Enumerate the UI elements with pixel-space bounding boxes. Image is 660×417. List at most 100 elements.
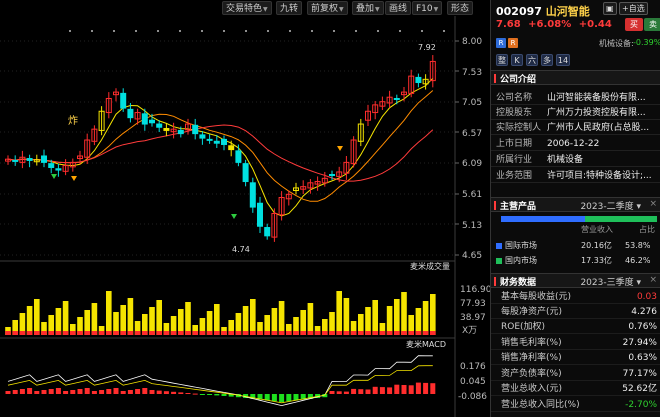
- volume-bar-base: [264, 331, 270, 335]
- macd-bar: [351, 388, 357, 394]
- macd-bar: [264, 394, 270, 401]
- candle-body: [163, 128, 170, 131]
- high-price-marker: 7.92: [418, 43, 436, 52]
- dot-marker: [91, 30, 93, 32]
- change-abs: +0.44: [578, 19, 612, 30]
- macd-bar: [199, 394, 205, 395]
- candle-body: [149, 119, 155, 124]
- volume-bar-base: [350, 331, 357, 335]
- risk-badge[interactable]: R: [508, 38, 518, 48]
- stock-header: 002097 山河智能 ▣ +自选 7.68 +6.08% +0.44 买 卖: [491, 0, 660, 34]
- macd-bar: [70, 390, 76, 394]
- buy-button[interactable]: 买: [625, 18, 643, 31]
- macd-bar: [336, 391, 342, 394]
- sell-button[interactable]: 卖: [644, 18, 660, 31]
- macd-bar: [430, 383, 436, 394]
- products-period-select[interactable]: 2023-二季度 ▾: [580, 199, 641, 212]
- financial-row: 营业总收入同比(%) -2.70%: [491, 398, 660, 412]
- volume-bar: [214, 304, 220, 335]
- financial-section-title: 财务数据: [500, 278, 537, 288]
- macd-bar: [279, 394, 285, 402]
- volume-bar-base: [5, 331, 11, 335]
- products-section-title: 主营产品: [500, 202, 537, 212]
- dot-marker: [135, 30, 137, 32]
- macd-bar: [55, 388, 61, 394]
- products-section-header[interactable]: 主营产品 2023-二季度 ▾ ×: [491, 197, 660, 212]
- price-axis-label: 6.09: [462, 159, 483, 169]
- lock-icon[interactable]: ▣: [603, 2, 617, 15]
- volume-bar: [156, 300, 162, 335]
- draw-line-button[interactable]: 画线: [385, 1, 412, 15]
- volume-bar-base: [134, 331, 141, 335]
- price-axis-label: 7.53: [462, 68, 483, 78]
- tag-item[interactable]: 六: [526, 54, 538, 66]
- dot-marker: [443, 30, 445, 32]
- volume-bar-base: [221, 331, 227, 335]
- volume-bar-base: [163, 331, 170, 335]
- macd-bar: [214, 394, 220, 396]
- close-icon[interactable]: ×: [649, 275, 657, 285]
- volume-bar: [120, 305, 126, 335]
- tag-item[interactable]: 14: [556, 54, 570, 66]
- financial-row: ROE(加权) 0.76%: [491, 320, 660, 334]
- chevron-down-icon: ▼: [339, 6, 344, 13]
- macd-bar: [113, 388, 119, 394]
- financial-row: 销售毛利率(%) 27.94%: [491, 336, 660, 350]
- volume-bar-base: [228, 331, 234, 335]
- volume-bar-base: [149, 331, 155, 335]
- overlay-button[interactable]: 叠加▼: [352, 1, 384, 15]
- company-row: 所属行业 机械设备: [491, 154, 660, 167]
- candle-body: [199, 134, 206, 139]
- candle-body: [192, 124, 199, 135]
- candle-body: [26, 158, 33, 161]
- dot-marker: [311, 30, 313, 32]
- tag-item[interactable]: 整: [496, 54, 508, 66]
- volume-bar: [91, 303, 98, 335]
- candle-body: [249, 182, 256, 208]
- company-section-header[interactable]: 公司介绍: [491, 70, 660, 85]
- candle-body: [12, 159, 19, 162]
- chart-toolbar: 交易特色▼ 九转 前复权▼ 叠加▼ 画线 F10▼ 形态: [0, 0, 490, 16]
- volume-unit-label: X万: [462, 326, 478, 336]
- volume-bar-base: [372, 331, 378, 335]
- rzrq-badge[interactable]: R: [496, 38, 506, 48]
- share-bar-domestic: [585, 216, 657, 222]
- volume-bar: [278, 301, 285, 335]
- adjust-button[interactable]: 前复权▼: [307, 1, 348, 15]
- financial-period-select[interactable]: 2023-三季度 ▾: [580, 275, 641, 288]
- company-row: 业务范围 许可项目:特种设备设计;...: [491, 170, 660, 183]
- chevron-down-icon: ▾: [636, 278, 641, 288]
- tag-item[interactable]: 多: [541, 54, 553, 66]
- kline-chart[interactable]: 7.92 4.74 炸 麦米成交量 麦米MACD: [0, 16, 490, 417]
- macd-bar: [5, 391, 11, 394]
- volume-bar-base: [430, 331, 436, 335]
- volume-bar-base: [343, 331, 350, 335]
- volume-bar: [372, 300, 378, 335]
- volume-bar: [401, 292, 407, 335]
- tag-item[interactable]: K: [511, 54, 523, 66]
- volume-bar: [26, 306, 33, 335]
- candle-body: [228, 145, 235, 151]
- financial-section-header[interactable]: 财务数据 2023-三季度 ▾ ×: [491, 273, 660, 288]
- candle-body: [242, 163, 249, 183]
- volume-bar-base: [394, 331, 400, 335]
- close-icon[interactable]: ×: [649, 199, 657, 209]
- volume-bar-base: [206, 331, 213, 335]
- chart-area[interactable]: 交易特色▼ 九转 前复权▼ 叠加▼ 画线 F10▼ 形态 7.92 4.74 炸…: [0, 0, 492, 417]
- volume-bar: [106, 291, 112, 335]
- nine-turn-button[interactable]: 九转: [276, 1, 303, 15]
- macd-bar: [415, 382, 421, 394]
- volume-bar-base: [156, 331, 162, 335]
- add-watchlist-button[interactable]: +自选: [619, 2, 648, 15]
- product-row: 国内市场 17.33亿 46.2%: [491, 255, 660, 267]
- macd-bar: [135, 389, 141, 394]
- candle-body: [55, 168, 62, 171]
- trading-feature-button[interactable]: 交易特色▼: [222, 1, 272, 15]
- stock-title: 002097 山河智能: [496, 3, 590, 19]
- macd-axis-label: 0.045: [460, 377, 486, 387]
- chevron-down-icon: ▼: [263, 6, 268, 13]
- legend-swatch: [496, 243, 502, 249]
- candle-body: [141, 113, 148, 125]
- f10-button[interactable]: F10▼: [412, 1, 443, 15]
- pattern-button[interactable]: 形态: [447, 1, 474, 15]
